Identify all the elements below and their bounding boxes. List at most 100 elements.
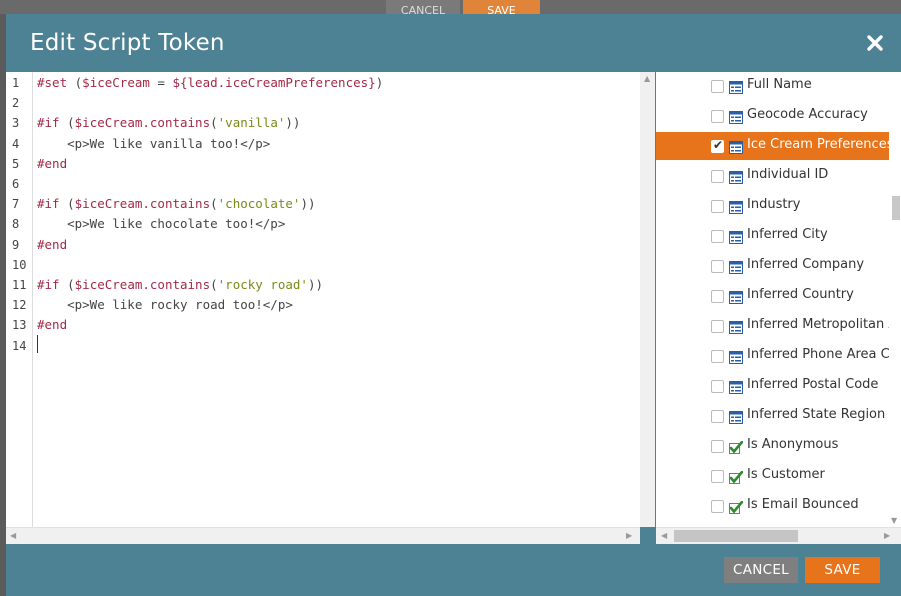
field-list-item[interactable]: Inferred City [656, 222, 901, 250]
field-list-item[interactable]: Inferred Metropolitan A [656, 312, 901, 340]
code-token: <p>We like vanilla too!</p> [37, 135, 271, 151]
line-number: 6 [12, 177, 20, 191]
field-icon [729, 319, 743, 334]
field-list-vertical-scrollbar[interactable]: ▼ [889, 72, 901, 527]
field-list-item[interactable]: Individual ID [656, 162, 901, 190]
code-token: <p>We like rocky road too!</p> [37, 297, 293, 313]
code-editor[interactable]: 1 2 3 4 5 6 7 8 9 10 11 12 13 14 #set ($iceCream = ${… [6, 72, 640, 527]
dialog-title: Edit Script Token [30, 30, 225, 56]
scroll-up-arrow-icon[interactable]: ▲ [644, 74, 650, 83]
text-cursor [37, 335, 38, 353]
code-token: ) [375, 75, 384, 90]
code-token: #set [37, 75, 75, 90]
scrollbar-thumb[interactable] [892, 196, 900, 220]
field-list-item[interactable]: Inferred State Region [656, 402, 901, 430]
code-token: 'rocky road' [217, 277, 308, 292]
code-token: ${lead.iceCreamPreferences} [172, 75, 376, 90]
scroll-right-arrow-icon[interactable]: ▶ [884, 531, 890, 540]
field-checkbox[interactable] [711, 170, 724, 183]
code-token: )) [285, 115, 301, 131]
field-checkbox[interactable] [711, 500, 724, 513]
field-icon [729, 409, 743, 424]
field-label: Inferred Country [747, 287, 854, 302]
field-list-item[interactable]: Inferred Country [656, 282, 901, 310]
field-label: Inferred Metropolitan A [747, 317, 898, 332]
code-token: $iceCream.contains [74, 115, 211, 131]
field-list-item[interactable]: Is Email Bounced [656, 492, 901, 520]
field-icon [729, 79, 743, 94]
line-number: 8 [12, 217, 20, 232]
code-token: #if [37, 196, 68, 212]
field-list-horizontal-scrollbar[interactable]: ◀ ▶ [656, 527, 901, 545]
field-list-item[interactable]: Is Anonymous [656, 432, 901, 460]
code-token: <p>We like chocolate too!</p> [37, 216, 286, 232]
field-list-item[interactable]: ✔ Ice Cream Preferences [656, 132, 893, 160]
code-token: ( [210, 277, 218, 292]
field-checkbox[interactable] [711, 80, 724, 93]
field-label: Inferred Phone Area Co [747, 347, 898, 362]
field-checkbox[interactable] [711, 380, 724, 393]
scrollbar-thumb[interactable] [674, 530, 798, 542]
field-list-item[interactable]: Inferred Postal Code [656, 372, 901, 400]
field-icon [729, 139, 743, 154]
field-checkbox[interactable] [711, 440, 724, 453]
line-number: 1 [12, 76, 20, 90]
code-token: ( [210, 196, 218, 212]
boolean-icon [729, 469, 744, 484]
boolean-icon [729, 439, 744, 454]
scroll-left-arrow-icon[interactable]: ◀ [10, 531, 16, 540]
code-line: #end [37, 315, 67, 335]
code-token: #end [37, 236, 68, 252]
scroll-down-arrow-icon[interactable]: ▼ [891, 516, 897, 525]
field-list-item[interactable]: Is Customer [656, 462, 901, 490]
dialog-header: Edit Script Token [6, 14, 901, 72]
cancel-button[interactable]: CANCEL [724, 557, 798, 583]
field-checkbox[interactable] [711, 470, 724, 483]
code-token: $iceCream.contains [74, 277, 211, 292]
field-list-item[interactable]: Industry [656, 192, 901, 220]
editor-vertical-scrollbar[interactable]: ▲ [640, 72, 655, 527]
line-number: 12 [12, 298, 27, 313]
field-checkbox[interactable] [711, 320, 724, 333]
field-checkbox[interactable] [711, 350, 724, 363]
code-token: #if [37, 277, 68, 292]
line-number: 2 [12, 96, 20, 111]
code-token: )) [307, 277, 324, 292]
field-list-item[interactable]: Inferred Phone Area Co [656, 342, 901, 370]
field-icon [729, 289, 743, 304]
scroll-right-arrow-icon[interactable]: ▶ [626, 531, 632, 540]
field-label: Inferred Company [747, 257, 865, 272]
code-token: $iceCream.contains [74, 196, 211, 212]
field-checkbox[interactable] [711, 230, 724, 243]
field-checkbox[interactable] [711, 290, 724, 303]
field-list-item[interactable]: Full Name [656, 72, 901, 100]
edit-script-token-dialog: Edit Script Token 1 2 3 4 5 6 7 8 9 10 11 12 13 14 #s… [6, 14, 901, 596]
field-label: Geocode Accuracy [747, 107, 868, 122]
save-button[interactable]: SAVE [805, 557, 880, 583]
code-line: <p>We like chocolate too!</p> [37, 214, 285, 234]
code-line: <p>We like rocky road too!</p> [37, 295, 293, 315]
scroll-left-arrow-icon[interactable]: ◀ [661, 531, 667, 540]
close-icon[interactable] [865, 33, 885, 53]
checkmark-icon: ✔ [713, 138, 724, 152]
field-checkbox[interactable] [711, 110, 724, 123]
line-number-gutter: 1 2 3 4 5 6 7 8 9 10 11 12 13 14 [6, 72, 33, 527]
field-list[interactable]: Full Name Geocode Accuracy ✔ Ice Cream Pref… [656, 72, 901, 527]
field-checkbox[interactable] [711, 200, 724, 213]
code-token: ( [210, 115, 218, 131]
field-label: Full Name [747, 77, 812, 92]
editor-horizontal-scrollbar[interactable]: ◀ ▶ [6, 527, 640, 545]
field-icon [729, 259, 743, 274]
field-label: Individual ID [747, 167, 829, 182]
field-checkbox[interactable] [711, 410, 724, 423]
code-token: ( [67, 115, 75, 131]
field-list-item[interactable]: Inferred Company [656, 252, 901, 280]
code-token: $iceCream [82, 75, 150, 90]
dialog-footer: CANCEL SAVE [6, 544, 901, 596]
field-label: Inferred State Region [747, 407, 886, 422]
field-checkbox[interactable] [711, 260, 724, 273]
code-token: 'chocolate' [217, 196, 301, 212]
field-label: Inferred City [747, 227, 828, 242]
field-list-item[interactable]: Geocode Accuracy [656, 102, 901, 130]
field-checkbox[interactable]: ✔ [711, 138, 724, 153]
